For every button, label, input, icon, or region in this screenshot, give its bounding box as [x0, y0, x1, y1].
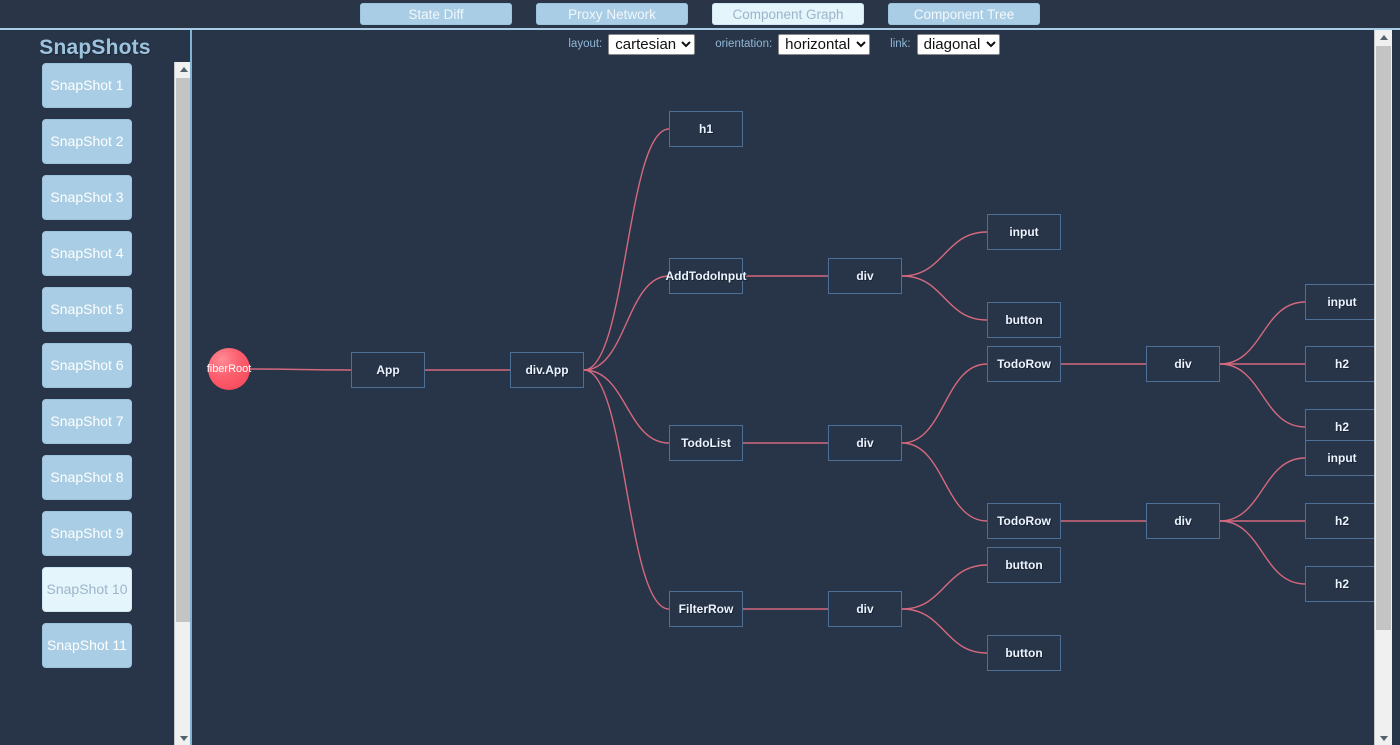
graph-node-fiberroot[interactable]: fiberRoot	[207, 348, 251, 390]
graph-canvas[interactable]: fiberRoot App div.App h1 AddTodoInput TodoLis…	[194, 30, 1379, 745]
graph-link-div5-to-h2d	[1219, 520, 1306, 585]
snapshot-button-1[interactable]: SnapShot 1	[42, 63, 132, 108]
graph-node-h2c[interactable]: h2	[1305, 503, 1379, 539]
graph-link-div4-to-h2b	[1219, 363, 1306, 428]
snapshot-list: SnapShot 1 SnapShot 2 SnapShot 3 SnapShot 4…	[0, 63, 174, 745]
graph-link-div5-to-input3	[1219, 457, 1306, 522]
graph-link-div2-to-todorow1	[901, 363, 988, 444]
triangle-up-icon[interactable]	[1375, 30, 1392, 44]
graph-link-div4-to-input2	[1219, 301, 1306, 365]
snapshot-button-5[interactable]: SnapShot 5	[42, 287, 132, 332]
snapshot-button-2[interactable]: SnapShot 2	[42, 119, 132, 164]
snapshot-button-6[interactable]: SnapShot 6	[42, 343, 132, 388]
graph-scrollbar[interactable]	[1374, 30, 1392, 745]
graph-node-div5[interactable]: div	[1146, 503, 1220, 539]
graph-node-button2[interactable]: button	[987, 547, 1061, 583]
triangle-up-icon[interactable]	[175, 62, 190, 76]
sidebar-scroll-thumb[interactable]	[176, 78, 190, 622]
graph-link-div3-to-button2	[901, 564, 988, 610]
graph-node-addtodoinput[interactable]: AddTodoInput	[665, 258, 747, 294]
graph-node-button1[interactable]: button	[987, 302, 1061, 338]
graph-node-input1[interactable]: input	[987, 214, 1061, 250]
graph-link-div2-to-todorow2	[901, 442, 988, 522]
top-tab-bar: State Diff Proxy Network Component Graph Co…	[0, 0, 1400, 30]
graph-node-h1[interactable]: h1	[669, 111, 743, 147]
tab-state-diff[interactable]: State Diff	[360, 3, 512, 25]
graph-node-todorow2[interactable]: TodoRow	[987, 503, 1061, 539]
graph-link-root-to-app	[249, 368, 352, 371]
snapshot-button-7[interactable]: SnapShot 7	[42, 399, 132, 444]
snapshot-button-3[interactable]: SnapShot 3	[42, 175, 132, 220]
tab-component-tree[interactable]: Component Tree	[888, 3, 1040, 25]
graph-link-divapp-to-todolist	[583, 369, 670, 444]
component-graph-app: State Diff Proxy Network Component Graph Co…	[0, 0, 1400, 745]
snapshot-button-11[interactable]: SnapShot 11	[42, 623, 132, 668]
graph-link-div1-to-input1	[901, 231, 988, 277]
snapshot-button-10[interactable]: SnapShot 10	[42, 567, 132, 612]
graph-node-div4[interactable]: div	[1146, 346, 1220, 382]
graph-node-app[interactable]: App	[351, 352, 425, 388]
graph-node-button3[interactable]: button	[987, 635, 1061, 671]
graph-link-div1-to-button1	[901, 275, 988, 321]
sidebar-scrollbar[interactable]	[174, 62, 190, 745]
graph-node-filterrow[interactable]: FilterRow	[669, 591, 743, 627]
tab-component-graph[interactable]: Component Graph	[712, 3, 864, 25]
graph-link-divapp-to-addtodoinput	[583, 275, 670, 371]
graph-node-h2a[interactable]: h2	[1305, 346, 1379, 382]
graph-node-todolist[interactable]: TodoList	[669, 425, 743, 461]
graph-link-div3-to-button3	[901, 608, 988, 654]
tab-proxy-network[interactable]: Proxy Network	[536, 3, 688, 25]
graph-node-input3[interactable]: input	[1305, 440, 1379, 476]
graph-link-divapp-to-h1	[583, 128, 670, 371]
graph-scroll-thumb[interactable]	[1376, 46, 1391, 630]
graph-node-todorow1[interactable]: TodoRow	[987, 346, 1061, 382]
graph-node-input2[interactable]: input	[1305, 284, 1379, 320]
snapshot-button-8[interactable]: SnapShot 8	[42, 455, 132, 500]
snapshot-button-9[interactable]: SnapShot 9	[42, 511, 132, 556]
page-title: SnapShots	[39, 36, 151, 59]
graph-node-h2d[interactable]: h2	[1305, 566, 1379, 602]
graph-node-div1[interactable]: div	[828, 258, 902, 294]
snapshot-button-4[interactable]: SnapShot 4	[42, 231, 132, 276]
triangle-down-icon[interactable]	[175, 731, 190, 745]
graph-node-div2[interactable]: div	[828, 425, 902, 461]
triangle-down-icon[interactable]	[1375, 731, 1392, 745]
graph-node-div3[interactable]: div	[828, 591, 902, 627]
snapshots-sidebar: SnapShots SnapShot 1 SnapShot 2 SnapShot 3…	[0, 30, 192, 745]
graph-node-divapp[interactable]: div.App	[510, 352, 584, 388]
graph-panel: layout: cartesian orientation: horizontal li…	[194, 30, 1400, 745]
